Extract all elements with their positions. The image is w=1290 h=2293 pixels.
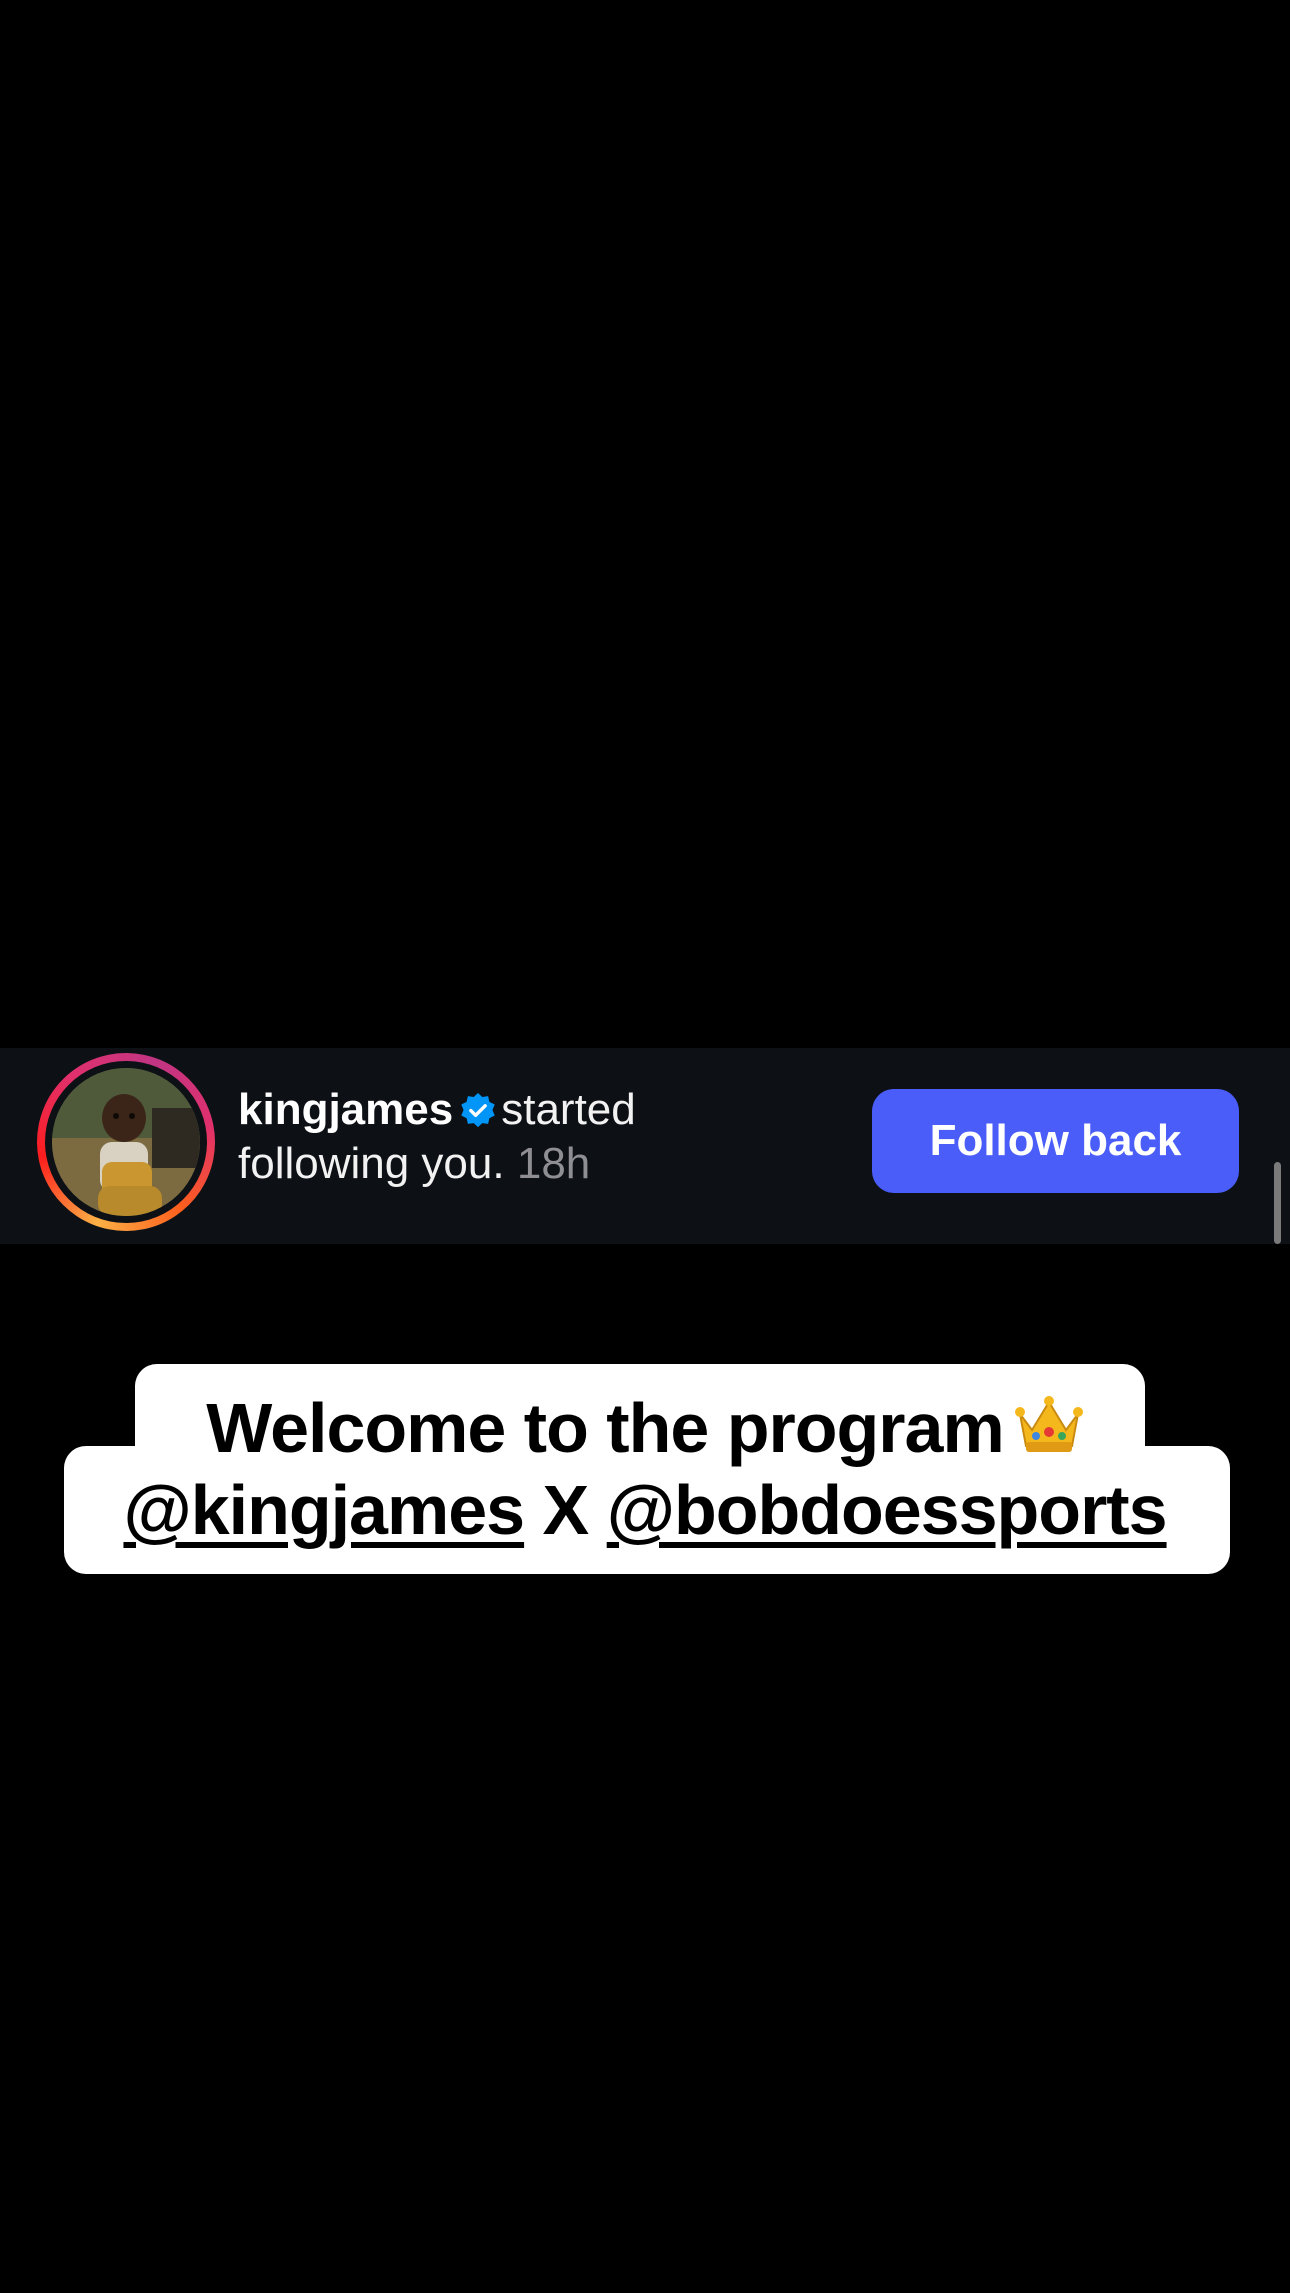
action-text-1: started <box>501 1085 636 1134</box>
action-text-2: following you. <box>238 1139 505 1188</box>
caption-line-2: @kingjames X @bobdoessports <box>0 1470 1290 1550</box>
caption-separator: X <box>542 1471 590 1549</box>
crown-icon <box>1014 1396 1083 1452</box>
mention-kingjames[interactable]: @kingjames <box>123 1471 525 1549</box>
story-ring-avatar[interactable] <box>37 1053 215 1231</box>
avatar-ring-gap <box>45 1061 207 1223</box>
avatar <box>52 1068 200 1216</box>
caption-line-1: Welcome to the program <box>0 1388 1290 1468</box>
username[interactable]: kingjames <box>238 1085 453 1134</box>
profile-photo-icon <box>52 1068 200 1216</box>
timestamp: 18h <box>516 1139 591 1188</box>
verified-badge-icon <box>461 1092 495 1128</box>
caption-welcome-text: Welcome to the program <box>206 1389 1004 1467</box>
mention-bobdoessports[interactable]: @bobdoessports <box>607 1471 1168 1549</box>
follow-back-button[interactable]: Follow back <box>872 1089 1239 1193</box>
scrollbar[interactable] <box>1274 1162 1281 1244</box>
notification-text: kingjames started following you. 18h <box>238 1083 798 1191</box>
